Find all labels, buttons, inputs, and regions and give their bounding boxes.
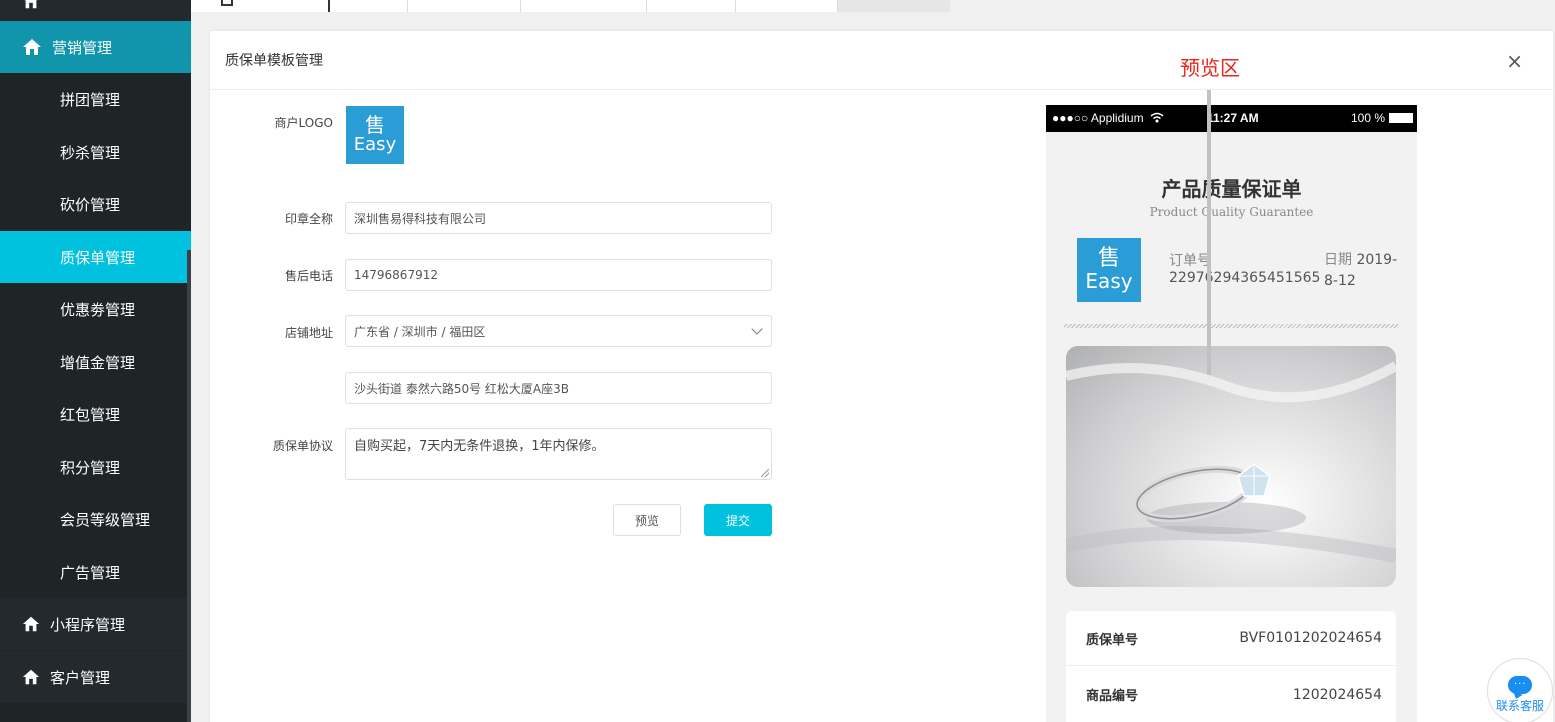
close-icon[interactable]: × xyxy=(1506,49,1523,73)
sidebar-item-label: 营销管理 xyxy=(52,38,113,57)
address-detail-input[interactable]: 沙头街道 泰然六路50号 红松大厦A座3B xyxy=(345,372,772,404)
modal-header: 质保单模板管理 预览区 × xyxy=(210,31,1553,90)
table-row: 商品编号 1202024654 xyxy=(1066,667,1396,722)
service-phone-label: 售后电话 xyxy=(284,269,333,283)
chat-dots: ··· xyxy=(1514,679,1527,690)
tab[interactable] xyxy=(838,0,950,12)
address-region-select[interactable]: 广东省 / 深圳市 / 福田区 xyxy=(345,315,772,347)
status-time: 11:27 AM xyxy=(1207,111,1259,125)
preview-button[interactable]: 预览 xyxy=(613,504,681,536)
tab[interactable] xyxy=(521,0,647,12)
sidebar-item-label: 红包管理 xyxy=(60,405,121,424)
sidebar-item-groupbuy[interactable]: 拼团管理 xyxy=(0,73,191,125)
sidebar-item-label: 小程序管理 xyxy=(50,615,126,634)
guarantee-subtitle: Product Quality Guarantee xyxy=(1149,205,1314,219)
document-icon xyxy=(221,0,233,6)
carrier-text: ●●●○○ Applidium xyxy=(1052,111,1144,125)
logo-text: Easy xyxy=(1085,269,1133,293)
home-icon xyxy=(23,0,39,9)
modal-title: 质保单模板管理 xyxy=(225,53,323,69)
address-region-value: 广东省 / 深圳市 / 福田区 xyxy=(354,324,486,339)
tab[interactable] xyxy=(408,0,521,12)
logo-char: 售 xyxy=(1097,246,1120,271)
warranty-info-card: 质保单号 BVF0101202024654 商品编号 1202024654 xyxy=(1066,611,1396,722)
order-number-value: 22976294365451565 xyxy=(1169,270,1321,286)
sidebar-scrollbar[interactable] xyxy=(187,250,191,722)
home-icon xyxy=(22,616,40,632)
sidebar-item-memberlevel[interactable]: 会员等级管理 xyxy=(0,493,191,545)
warranty-template-modal: 质保单模板管理 预览区 × 商户LOGO 售 Easy 印章全称 深圳售易得科技… xyxy=(210,31,1553,722)
phone-status-bar: ●●●○○ Applidium 11:27 AM 100 % xyxy=(1046,105,1417,132)
sidebar-item-redpacket[interactable]: 红包管理 xyxy=(0,388,191,440)
sidebar-item-valueadded[interactable]: 增值金管理 xyxy=(0,336,191,388)
ring-image xyxy=(1066,361,1396,563)
tab-strip xyxy=(191,0,1555,12)
tab[interactable] xyxy=(736,0,838,12)
preview-scrollbar[interactable] xyxy=(1207,90,1211,375)
row-key: 质保单号 xyxy=(1086,632,1139,648)
sidebar-item-partial[interactable] xyxy=(0,0,191,22)
submit-button[interactable]: 提交 xyxy=(704,504,772,536)
logo-label: 商户LOGO xyxy=(274,116,333,130)
sidebar-item-customers[interactable]: 客户管理 xyxy=(0,651,191,703)
sidebar-item-ads[interactable]: 广告管理 xyxy=(0,546,191,598)
seal-name-value: 深圳售易得科技有限公司 xyxy=(354,211,487,226)
row-value: BVF0101202024654 xyxy=(1239,630,1382,646)
sidebar-item-label: 砍价管理 xyxy=(60,195,121,214)
home-icon xyxy=(22,669,40,685)
row-key: 商品编号 xyxy=(1086,689,1139,704)
sidebar-item-label: 客户管理 xyxy=(50,668,111,687)
table-row: 质保单号 BVF0101202024654 xyxy=(1066,611,1396,666)
sidebar-item-label: 广告管理 xyxy=(60,563,121,582)
battery-text: 100 % xyxy=(1350,111,1385,125)
sidebar-item-label: 秒杀管理 xyxy=(60,143,121,162)
logo-text: Easy xyxy=(353,134,397,155)
sidebar-item-label: 积分管理 xyxy=(60,458,121,477)
agreement-value: 自购买起，7天内无条件退换，1年内保修。 xyxy=(354,439,605,454)
sidebar-item-warranty[interactable]: 质保单管理 xyxy=(0,231,191,283)
tab[interactable] xyxy=(330,0,408,12)
agreement-label: 质保单协议 xyxy=(272,439,333,453)
store-address-label: 店铺地址 xyxy=(284,326,333,340)
date-block: 日期 2019-8-12 xyxy=(1324,250,1404,292)
logo-char: 售 xyxy=(365,113,385,137)
sidebar-item-label: 质保单管理 xyxy=(60,248,136,267)
preview-logo: 售 Easy xyxy=(1077,238,1141,302)
agreement-textarea[interactable]: 自购买起，7天内无条件退换，1年内保修。 xyxy=(345,428,772,480)
sidebar-item-label: 优惠劵管理 xyxy=(60,300,136,319)
phone-preview: ●●●○○ Applidium 11:27 AM 100 % 产品质量保证单 P… xyxy=(1046,105,1417,722)
tab-current[interactable] xyxy=(191,0,330,12)
seal-name-input[interactable]: 深圳售易得科技有限公司 xyxy=(345,202,772,234)
service-phone-input[interactable]: 14796867912 xyxy=(345,259,772,291)
sidebar-item-bargain[interactable]: 砍价管理 xyxy=(0,178,191,230)
row-value: 1202024654 xyxy=(1292,686,1382,703)
sidebar: 营销管理 拼团管理 秒杀管理 砍价管理 质保单管理 优惠劵管理 增值金管理 红包… xyxy=(0,0,191,722)
sidebar-item-label: 增值金管理 xyxy=(60,353,136,372)
sidebar-item-points[interactable]: 积分管理 xyxy=(0,441,191,493)
wifi-icon xyxy=(1150,112,1164,123)
product-image xyxy=(1066,346,1396,587)
battery-icon xyxy=(1389,113,1413,123)
order-number-label: 订单号 xyxy=(1169,253,1211,269)
sidebar-item-label: 会员等级管理 xyxy=(60,510,151,529)
resize-handle[interactable] xyxy=(761,469,769,477)
service-phone-value: 14796867912 xyxy=(354,268,438,282)
contact-service-label: 联系客服 xyxy=(1496,699,1545,713)
address-detail-value: 沙头街道 泰然六路50号 红松大厦A座3B xyxy=(354,381,569,396)
sidebar-item-miniprogram[interactable]: 小程序管理 xyxy=(0,598,191,650)
tab[interactable] xyxy=(647,0,736,12)
guarantee-title: 产品质量保证单 xyxy=(1161,177,1302,201)
chevron-down-icon xyxy=(751,323,763,335)
sidebar-item-label: 拼团管理 xyxy=(60,90,121,109)
dashed-divider xyxy=(1064,324,1399,328)
sidebar-item-marketing[interactable]: 营销管理 xyxy=(0,21,191,73)
home-icon xyxy=(23,39,41,55)
seal-name-label: 印章全称 xyxy=(284,212,333,226)
sidebar-item-coupon[interactable]: 优惠劵管理 xyxy=(0,283,191,335)
contact-service-button[interactable]: ··· 联系客服 xyxy=(1487,658,1553,722)
date-label: 日期 xyxy=(1324,252,1352,268)
preview-area-title: 预览区 xyxy=(1180,56,1240,80)
merchant-logo[interactable]: 售 Easy xyxy=(346,106,404,164)
sidebar-item-flashsale[interactable]: 秒杀管理 xyxy=(0,126,191,178)
